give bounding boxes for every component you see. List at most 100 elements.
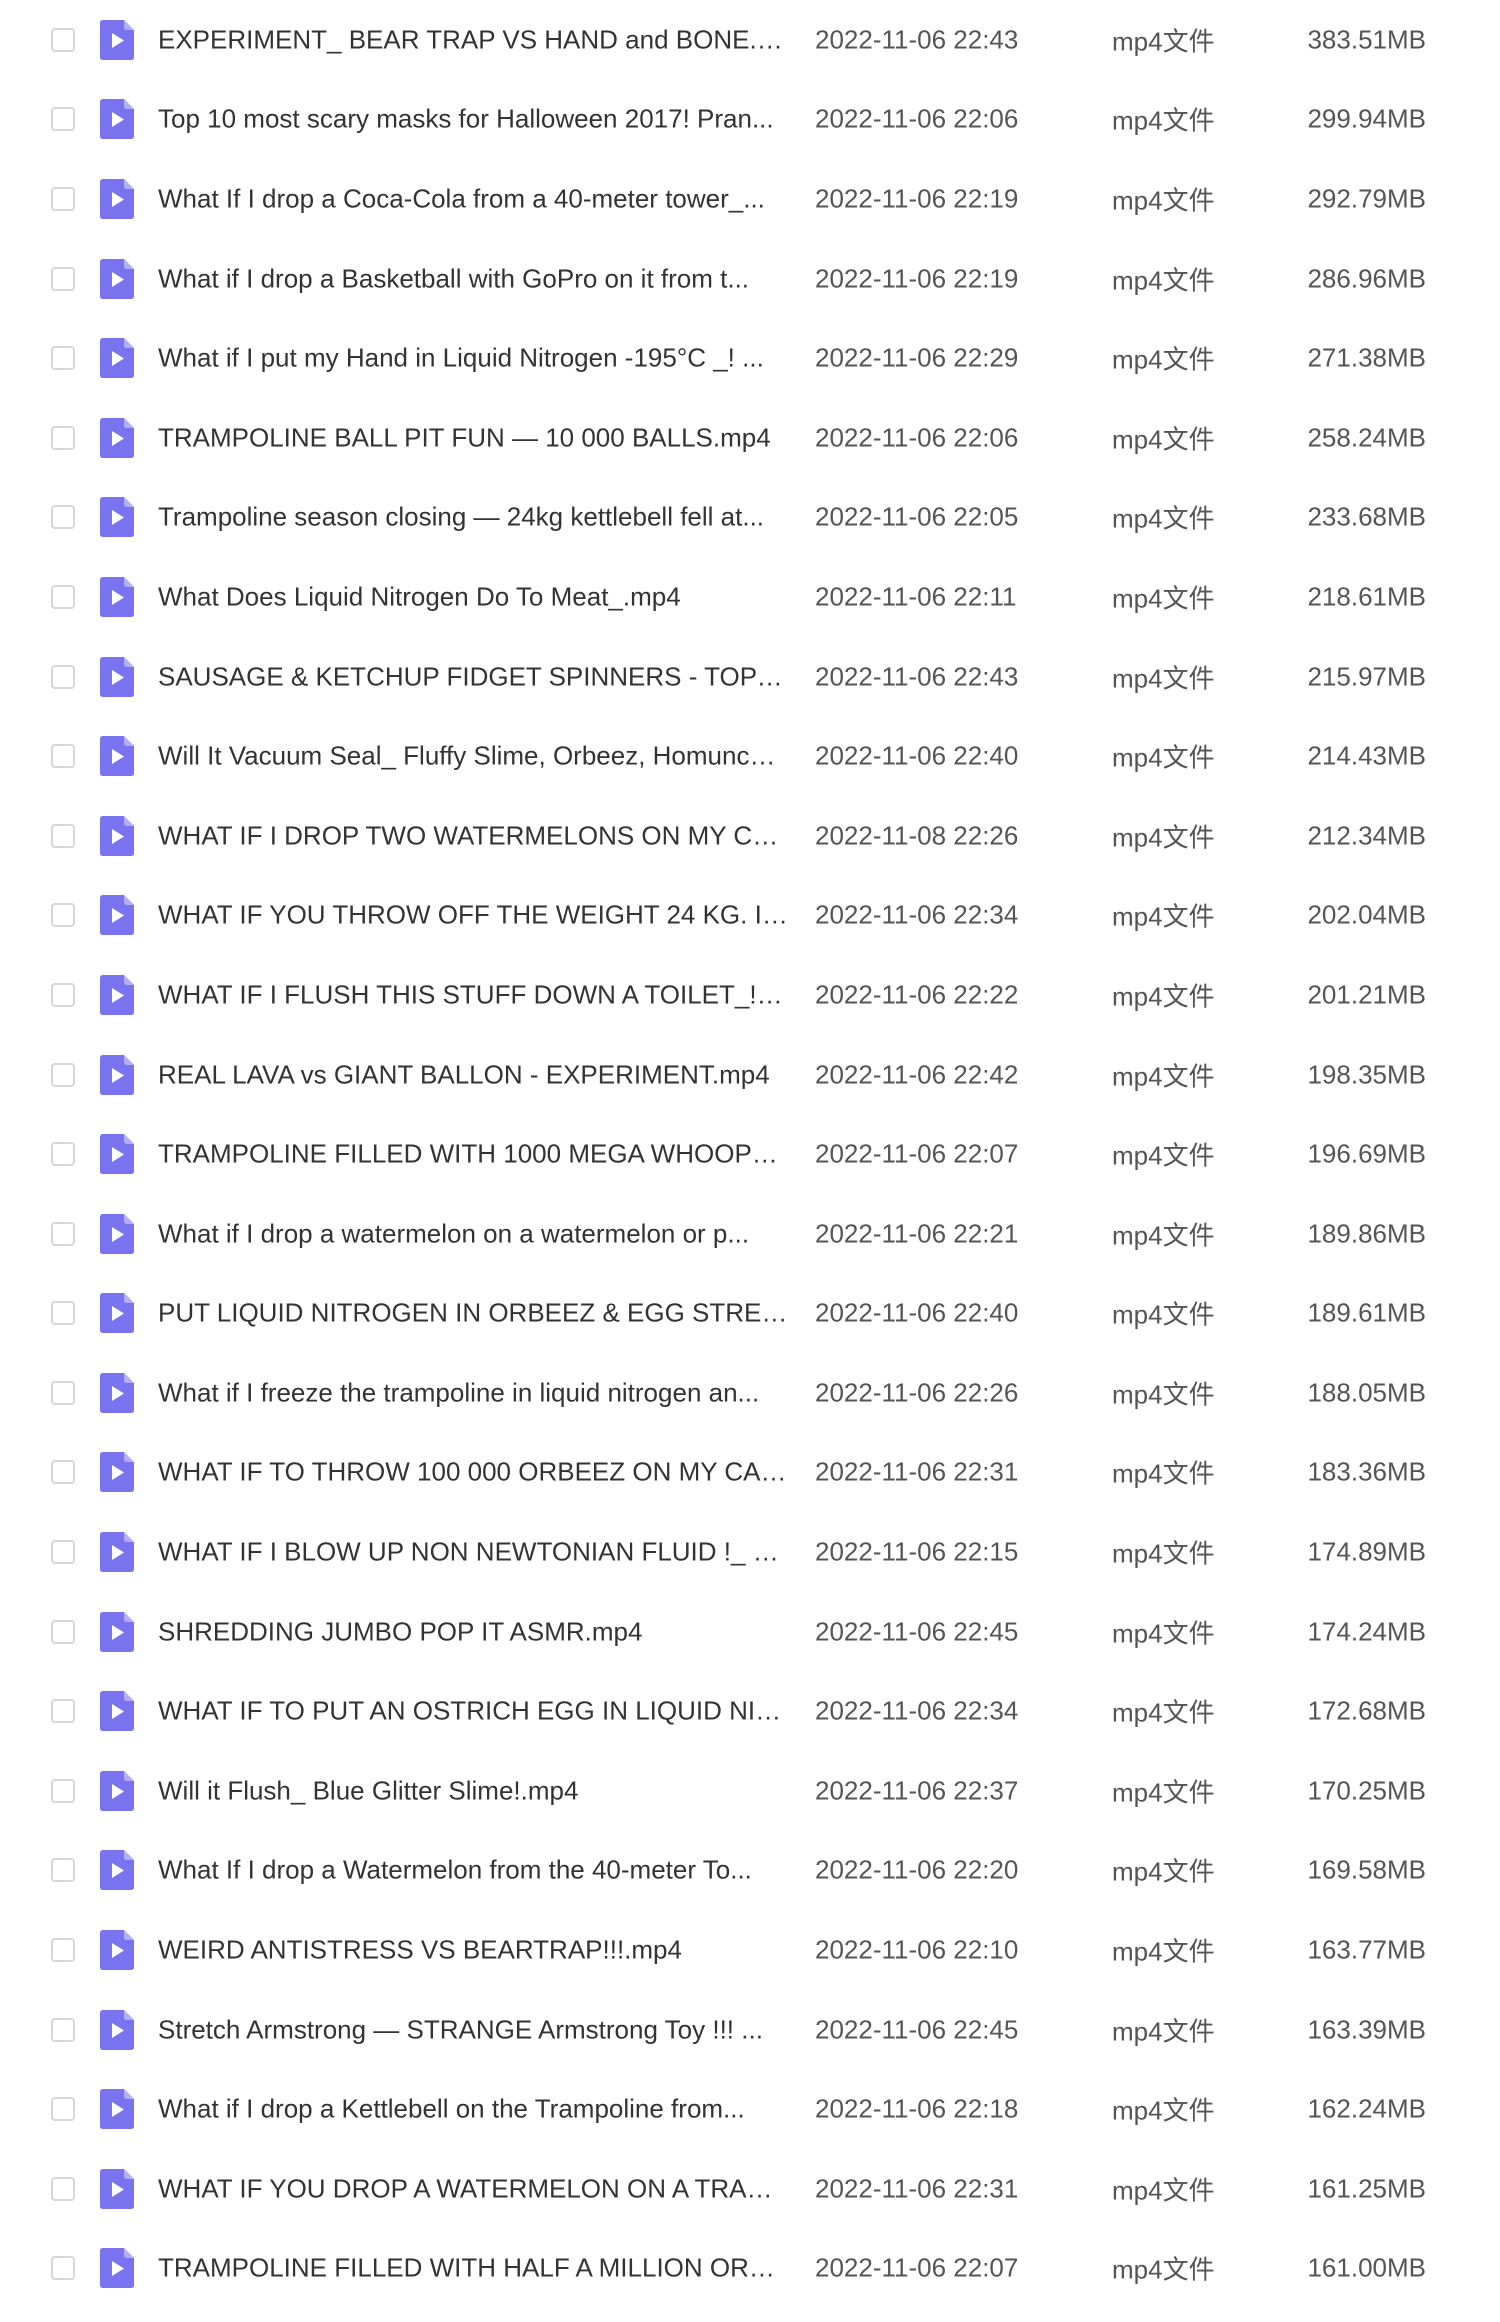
row-checkbox[interactable]: [51, 1778, 75, 1803]
row-checkbox[interactable]: [51, 744, 75, 769]
file-row[interactable]: WHAT IF YOU DROP A WATERMELON ON A TRAMP…: [0, 2149, 1500, 2229]
file-row[interactable]: Top 10 most scary masks for Halloween 20…: [0, 80, 1500, 160]
file-row[interactable]: What if I drop a watermelon on a waterme…: [0, 1194, 1500, 1274]
file-name[interactable]: TRAMPOLINE FILLED WITH HALF A MILLION OR…: [158, 2253, 788, 2284]
file-row[interactable]: What if I drop a Kettlebell on the Tramp…: [0, 2069, 1500, 2149]
row-checkbox[interactable]: [51, 266, 75, 291]
row-checkbox[interactable]: [51, 1062, 75, 1087]
file-row[interactable]: WHAT IF I BLOW UP NON NEWTONIAN FLUID !_…: [0, 1512, 1500, 1592]
file-name[interactable]: WHAT IF I BLOW UP NON NEWTONIAN FLUID !_…: [158, 1537, 788, 1568]
row-checkbox[interactable]: [51, 186, 75, 211]
row-checkbox[interactable]: [51, 1938, 75, 1963]
row-checkbox[interactable]: [51, 2017, 75, 2042]
file-name[interactable]: WEIRD ANTISTRESS VS BEARTRAP!!!.mp4: [158, 1935, 788, 1966]
row-checkbox[interactable]: [51, 2176, 75, 2201]
file-modified-date: 2022-11-06 22:34: [815, 1695, 1019, 1726]
row-checkbox[interactable]: [51, 903, 75, 928]
file-name[interactable]: Top 10 most scary masks for Halloween 20…: [158, 104, 788, 135]
row-checkbox[interactable]: [51, 107, 75, 132]
file-name[interactable]: SAUSAGE & KETCHUP FIDGET SPINNERS - TOP …: [158, 661, 788, 692]
file-row[interactable]: Stretch Armstrong — STRANGE Armstrong To…: [0, 1990, 1500, 2070]
file-row[interactable]: SAUSAGE & KETCHUP FIDGET SPINNERS - TOP …: [0, 637, 1500, 717]
file-name[interactable]: WHAT IF I DROP TWO WATERMELONS ON MY CAR…: [158, 820, 788, 851]
file-row[interactable]: TRAMPOLINE FILLED WITH 1000 MEGA WHOOPEE…: [0, 1114, 1500, 1194]
row-checkbox[interactable]: [51, 1858, 75, 1883]
row-checkbox[interactable]: [51, 1619, 75, 1644]
row-checkbox[interactable]: [51, 346, 75, 371]
file-name[interactable]: WHAT IF TO THROW 100 000 ORBEEZ ON MY CA…: [158, 1457, 788, 1488]
file-row[interactable]: TRAMPOLINE FILLED WITH HALF A MILLION OR…: [0, 2229, 1500, 2309]
file-name[interactable]: WHAT IF TO PUT AN OSTRICH EGG IN LIQUID …: [158, 1696, 788, 1727]
file-name[interactable]: What if I put my Hand in Liquid Nitrogen…: [158, 343, 788, 374]
file-name[interactable]: What if I freeze the trampoline in liqui…: [158, 1377, 788, 1408]
file-modified-date: 2022-11-06 22:29: [815, 342, 1019, 373]
file-name[interactable]: TRAMPOLINE BALL PIT FUN — 10 000 BALLS.m…: [158, 422, 788, 453]
file-row[interactable]: PUT LIQUID NITROGEN IN ORBEEZ & EGG STRE…: [0, 1274, 1500, 1354]
file-name[interactable]: What if I drop a Kettlebell on the Tramp…: [158, 2094, 788, 2125]
file-name[interactable]: Stretch Armstrong — STRANGE Armstrong To…: [158, 2014, 788, 2045]
file-row[interactable]: WEIRD ANTISTRESS VS BEARTRAP!!!.mp4 2022…: [0, 1910, 1500, 1990]
file-name[interactable]: REAL LAVA vs GIANT BALLON - EXPERIMENT.m…: [158, 1059, 788, 1090]
file-name[interactable]: What If I drop a Watermelon from the 40-…: [158, 1855, 788, 1886]
row-checkbox[interactable]: [51, 425, 75, 450]
file-row[interactable]: WHAT IF TO PUT AN OSTRICH EGG IN LIQUID …: [0, 1671, 1500, 1751]
file-name[interactable]: Will it Flush_ Blue Glitter Slime!.mp4: [158, 1775, 788, 1806]
row-checkbox[interactable]: [51, 2256, 75, 2281]
file-row[interactable]: What if I freeze the trampoline in liqui…: [0, 1353, 1500, 1433]
row-checkbox[interactable]: [51, 1142, 75, 1167]
file-name[interactable]: WHAT IF YOU DROP A WATERMELON ON A TRAMP…: [158, 2173, 788, 2204]
row-checkbox[interactable]: [51, 1699, 75, 1724]
file-size: 169.58MB: [1307, 1854, 1426, 1885]
file-name[interactable]: Trampoline season closing — 24kg kettleb…: [158, 502, 788, 533]
file-type: mp4文件: [1112, 981, 1215, 1012]
file-type: mp4文件: [1112, 742, 1215, 773]
file-name[interactable]: What if I drop a Basketball with GoPro o…: [158, 263, 788, 294]
row-checkbox[interactable]: [51, 1380, 75, 1405]
file-size: 212.34MB: [1307, 820, 1426, 851]
file-row[interactable]: WHAT IF I DROP TWO WATERMELONS ON MY CAR…: [0, 796, 1500, 876]
file-row[interactable]: REAL LAVA vs GIANT BALLON - EXPERIMENT.m…: [0, 1035, 1500, 1115]
row-checkbox[interactable]: [51, 664, 75, 689]
row-checkbox[interactable]: [51, 1460, 75, 1485]
file-name[interactable]: WHAT IF I FLUSH THIS STUFF DOWN A TOILET…: [158, 979, 788, 1010]
file-row[interactable]: TRAMPOLINE BALL PIT FUN — 10 000 BALLS.m…: [0, 398, 1500, 478]
file-row[interactable]: Trampoline season closing — 24kg kettleb…: [0, 478, 1500, 558]
file-name[interactable]: TRAMPOLINE FILLED WITH 1000 MEGA WHOOPEE…: [158, 1139, 788, 1170]
row-checkbox[interactable]: [51, 982, 75, 1007]
file-name[interactable]: WHAT IF YOU THROW OFF THE WEIGHT 24 KG. …: [158, 900, 788, 931]
file-name[interactable]: What Does Liquid Nitrogen Do To Meat_.mp…: [158, 581, 788, 612]
row-checkbox[interactable]: [51, 1540, 75, 1565]
file-row[interactable]: Will It Vacuum Seal_ Fluffy Slime, Orbee…: [0, 716, 1500, 796]
file-name[interactable]: SHREDDING JUMBO POP IT ASMR.mp4: [158, 1616, 788, 1647]
file-row[interactable]: What if I put my Hand in Liquid Nitrogen…: [0, 318, 1500, 398]
row-checkbox[interactable]: [51, 505, 75, 530]
file-row[interactable]: WHAT IF I FLUSH THIS STUFF DOWN A TOILET…: [0, 955, 1500, 1035]
file-type: mp4文件: [1112, 1299, 1215, 1330]
file-row[interactable]: What If I drop a Coca-Cola from a 40-met…: [0, 159, 1500, 239]
file-name[interactable]: EXPERIMENT_ BEAR TRAP VS HAND and BONE.m…: [158, 24, 788, 55]
file-name[interactable]: What if I drop a watermelon on a waterme…: [158, 1218, 788, 1249]
row-checkbox[interactable]: [51, 27, 75, 52]
file-row[interactable]: What if I drop a Basketball with GoPro o…: [0, 239, 1500, 319]
row-checkbox[interactable]: [51, 1301, 75, 1326]
file-row[interactable]: WHAT IF TO THROW 100 000 ORBEEZ ON MY CA…: [0, 1433, 1500, 1513]
file-row[interactable]: SHREDDING JUMBO POP IT ASMR.mp4 2022-11-…: [0, 1592, 1500, 1672]
file-modified-date: 2022-11-08 22:26: [815, 820, 1019, 851]
row-checkbox[interactable]: [51, 1221, 75, 1246]
file-row[interactable]: Will it Flush_ Blue Glitter Slime!.mp4 2…: [0, 1751, 1500, 1831]
file-modified-date: 2022-11-06 22:40: [815, 1297, 1019, 1328]
row-checkbox[interactable]: [51, 584, 75, 609]
file-name[interactable]: PUT LIQUID NITROGEN IN ORBEEZ & EGG STRE…: [158, 1298, 788, 1329]
file-type: mp4文件: [1112, 1140, 1215, 1171]
file-row[interactable]: What If I drop a Watermelon from the 40-…: [0, 1831, 1500, 1911]
file-type: mp4文件: [1112, 1538, 1215, 1569]
file-row[interactable]: WHAT IF YOU THROW OFF THE WEIGHT 24 KG. …: [0, 876, 1500, 956]
file-row[interactable]: What Does Liquid Nitrogen Do To Meat_.mp…: [0, 557, 1500, 637]
row-checkbox[interactable]: [51, 823, 75, 848]
row-checkbox[interactable]: [51, 2097, 75, 2122]
file-name[interactable]: What If I drop a Coca-Cola from a 40-met…: [158, 183, 788, 214]
file-modified-date: 2022-11-06 22:43: [815, 661, 1019, 692]
file-row[interactable]: EXPERIMENT_ BEAR TRAP VS HAND and BONE.m…: [0, 0, 1500, 80]
video-file-icon: [100, 895, 134, 936]
file-name[interactable]: Will It Vacuum Seal_ Fluffy Slime, Orbee…: [158, 741, 788, 772]
